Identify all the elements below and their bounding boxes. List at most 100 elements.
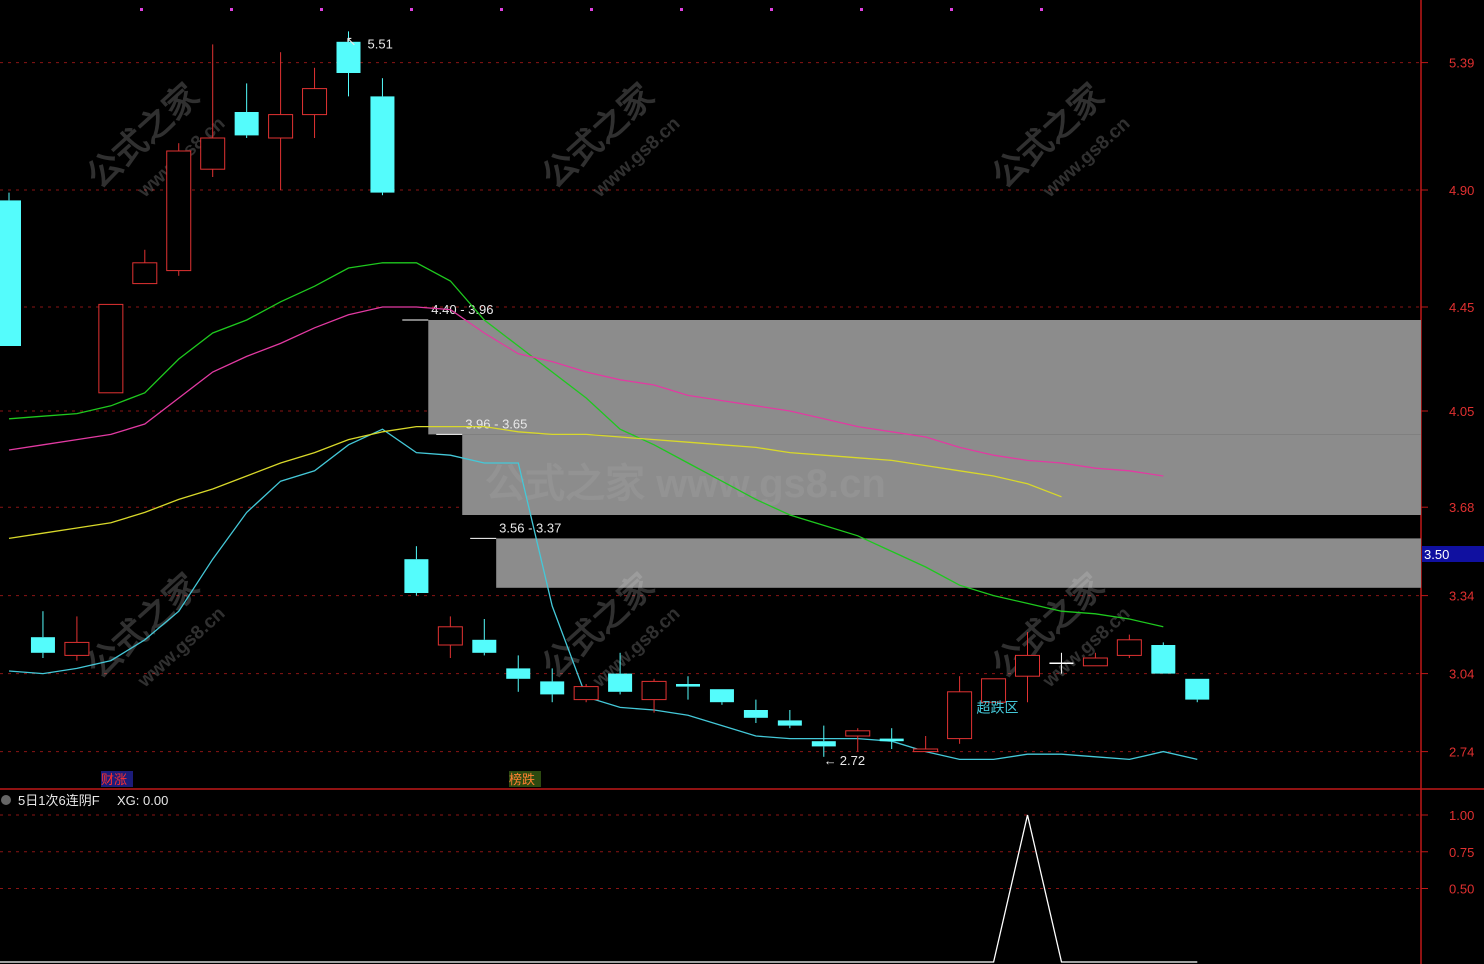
header-dot — [1040, 8, 1043, 11]
y-tick-label: 5.39 — [1449, 56, 1474, 71]
candle — [1116, 634, 1142, 658]
y-tick-label: 3.34 — [1449, 589, 1474, 604]
candle — [641, 678, 667, 713]
candle — [777, 710, 802, 729]
candle — [404, 546, 429, 596]
candle — [879, 728, 904, 749]
watermark-center: 公式之家 www.gs8.cn — [485, 462, 886, 506]
candle-body — [98, 303, 124, 394]
candle-body — [879, 738, 904, 742]
candle — [30, 611, 55, 658]
candle — [676, 676, 700, 700]
candle-body — [641, 680, 667, 701]
candle — [166, 143, 192, 276]
y-tick-label: 3.68 — [1449, 500, 1474, 515]
candle-body — [506, 668, 531, 679]
candle-body — [268, 114, 294, 139]
candle-body — [234, 112, 259, 136]
collapse-icon — [1, 795, 11, 805]
zone-box — [428, 320, 1422, 435]
candle — [200, 44, 226, 177]
tag-label: 榜跌 — [509, 772, 535, 787]
candle — [573, 684, 599, 703]
oversold-zone-label: 超跌区 — [977, 699, 1019, 715]
candle-body — [1116, 639, 1142, 656]
indicator-panel: 5日1次6连阴F XG: 0.00 1.00 0.75 0.50 — [0, 793, 1474, 963]
candle-body — [132, 262, 158, 285]
candle — [472, 619, 497, 656]
candle-body — [1015, 654, 1040, 677]
candle — [1185, 678, 1210, 703]
low-arrow: ← — [824, 753, 837, 768]
candle — [845, 728, 871, 752]
candle-body — [1082, 657, 1108, 667]
indicator-title: 5日1次6连阴F — [18, 793, 100, 808]
candle-body — [608, 673, 633, 692]
candle-body — [709, 689, 734, 703]
candle-body — [573, 686, 599, 701]
candle — [913, 736, 939, 753]
zone-label: 3.96 - 3.65 — [465, 416, 527, 431]
header-dot — [140, 8, 143, 11]
candle — [302, 67, 328, 138]
header-dot — [680, 8, 683, 11]
zone-label: 3.56 - 3.37 — [499, 520, 561, 535]
y-tick-label: 2.74 — [1449, 745, 1474, 760]
candle — [268, 52, 294, 190]
candle-body — [302, 88, 328, 116]
header-dot — [590, 8, 593, 11]
header-dot — [770, 8, 773, 11]
candle-body — [472, 639, 497, 653]
candle-body — [676, 684, 700, 687]
current-price-label: 3.50 — [1424, 547, 1449, 562]
low-label: 2.72 — [840, 753, 865, 768]
candle — [506, 655, 531, 692]
y-tick-label: 4.45 — [1449, 300, 1474, 315]
header-dot — [230, 8, 233, 11]
candle-body — [1185, 678, 1210, 700]
candle — [0, 192, 21, 346]
candle-body — [64, 641, 90, 656]
candle-body — [1151, 645, 1176, 674]
candle-body — [540, 681, 565, 695]
header-dots — [140, 8, 1043, 11]
candle-body — [777, 720, 802, 726]
candle-body — [947, 691, 973, 740]
candle-body — [437, 626, 463, 646]
candle — [743, 699, 768, 723]
candle-body — [166, 150, 192, 272]
candle — [132, 249, 158, 285]
indicator-y-label: 0.75 — [1449, 845, 1474, 860]
y-tick-label: 4.90 — [1449, 183, 1474, 198]
header-dot — [320, 8, 323, 11]
indicator-y-label: 1.00 — [1449, 808, 1474, 823]
indicator-value: XG: 0.00 — [117, 793, 168, 808]
watermark: 公式之家www.gs8.cn — [80, 567, 229, 693]
candle-body — [404, 559, 429, 593]
watermark: 公式之家www.gs8.cn — [535, 77, 684, 203]
chart-root: 4.40 - 3.963.96 - 3.653.56 - 3.37 公式之家ww… — [0, 0, 1484, 964]
candle-body — [845, 730, 871, 737]
candle — [437, 616, 463, 658]
candle — [98, 303, 124, 394]
candle-body — [30, 637, 55, 653]
candle — [1151, 642, 1176, 674]
header-dot — [950, 8, 953, 11]
y-tick-label: 4.05 — [1449, 404, 1474, 419]
candle-body — [811, 741, 836, 747]
y-tick-label: 3.04 — [1449, 667, 1474, 682]
candle — [64, 616, 90, 661]
tag-label: 财涨 — [101, 772, 127, 787]
candle-body — [0, 200, 21, 346]
price-zones: 4.40 - 3.963.96 - 3.653.56 - 3.37 — [402, 302, 1422, 588]
header-dot — [500, 8, 503, 11]
high-arrow: ↖ — [346, 33, 357, 48]
header-dot — [410, 8, 413, 11]
high-label: 5.51 — [368, 36, 393, 51]
price-axis: 5.39 4.90 4.45 4.05 3.68 3.34 3.04 2.74 3.50 — [1421, 56, 1484, 760]
candle-body — [913, 748, 939, 753]
kline-chart[interactable]: 4.40 - 3.963.96 - 3.653.56 - 3.37 公式之家ww… — [0, 0, 1484, 964]
candle-body — [370, 96, 395, 193]
candle-body — [743, 710, 768, 718]
header-dot — [860, 8, 863, 11]
